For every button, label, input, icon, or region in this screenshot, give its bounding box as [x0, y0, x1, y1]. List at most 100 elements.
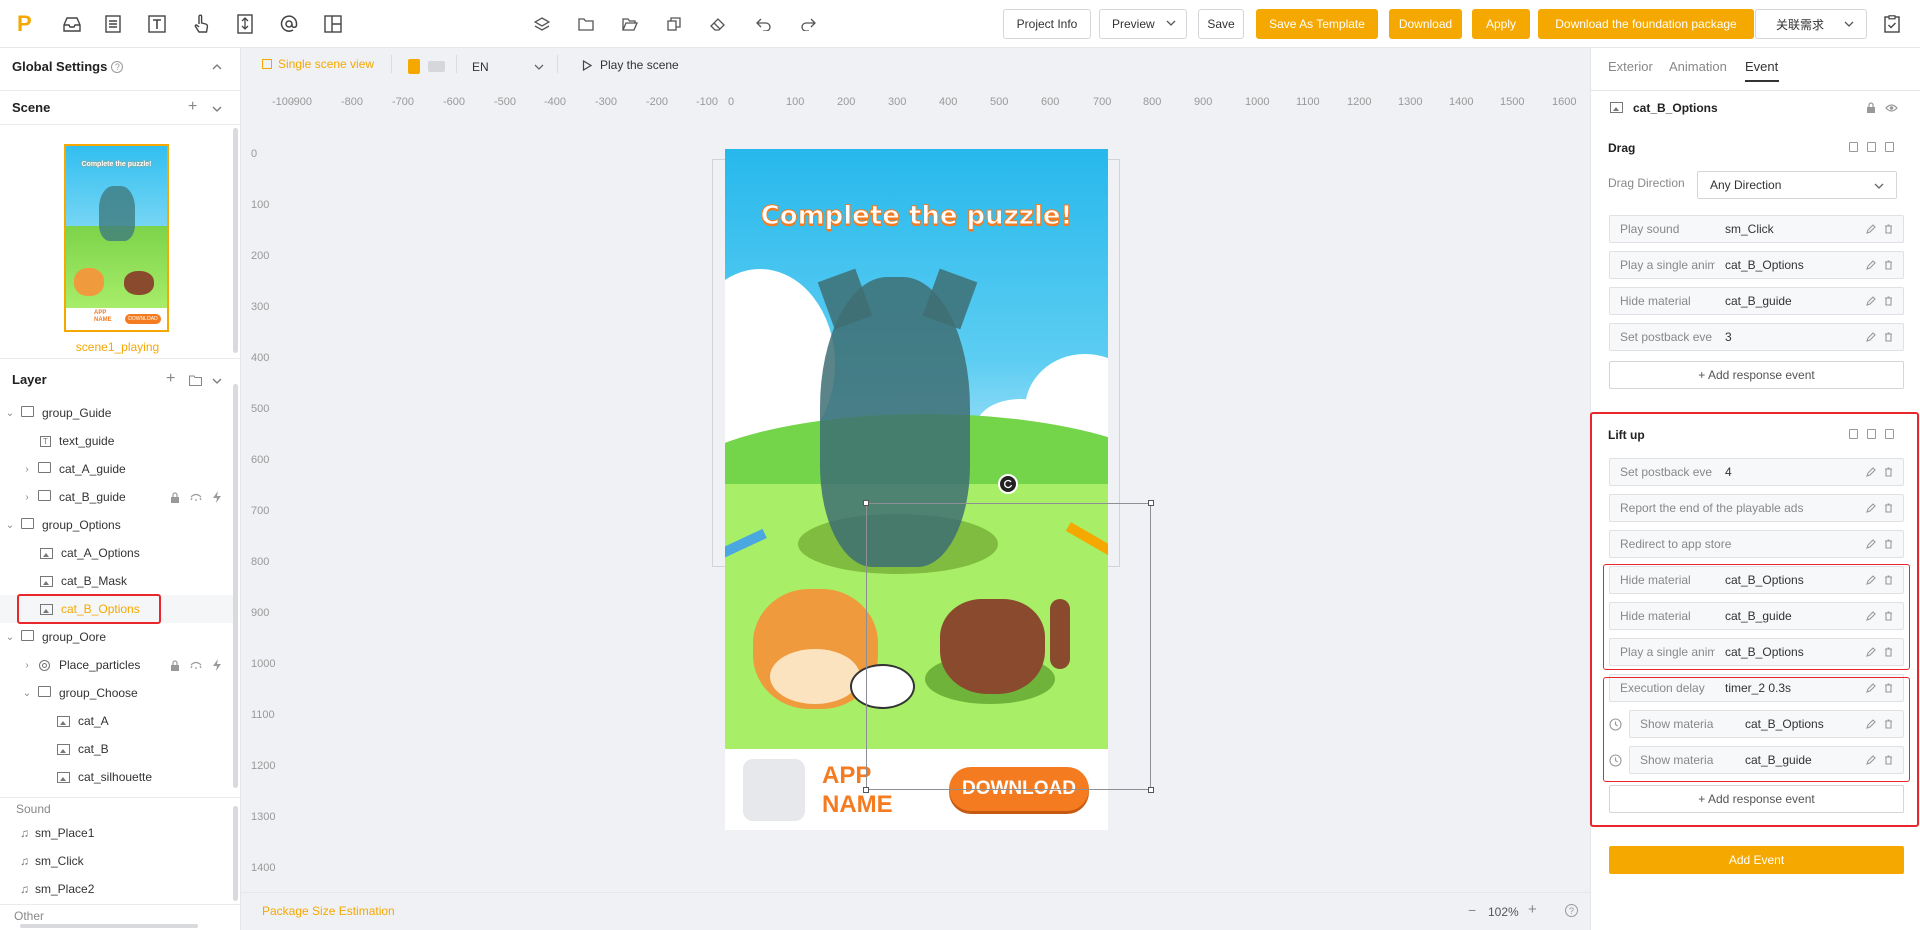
edit-icon[interactable] [1866, 224, 1876, 234]
app-logo[interactable]: P [17, 12, 39, 36]
scene-thumbnail[interactable]: Complete the puzzle! APP NAME DOWNLOAD [64, 144, 169, 332]
event-row[interactable]: Set postback eve 3 [1609, 323, 1904, 351]
trash-icon[interactable] [1884, 332, 1893, 342]
preview-dropdown[interactable]: Preview [1099, 9, 1187, 39]
file-sort-icon[interactable] [233, 12, 257, 36]
event-row[interactable]: Play a single animati cat_B_Options [1609, 251, 1904, 279]
sound-section-title: Sound [16, 802, 51, 816]
sound-item[interactable]: ♫ sm_Place1 [20, 822, 94, 844]
copy-icon[interactable] [662, 12, 686, 36]
new-folder-icon[interactable] [189, 375, 202, 386]
undo-icon[interactable] [752, 12, 776, 36]
redo-icon[interactable] [796, 12, 820, 36]
folder-icon[interactable] [574, 12, 598, 36]
color-swatch-orange[interactable] [408, 59, 420, 74]
layer-row-cat-a-options[interactable]: cat_A_Options [0, 539, 235, 567]
rotate-handle-icon[interactable] [998, 474, 1018, 494]
chevron-up-icon[interactable] [212, 62, 222, 72]
trash-icon[interactable] [1885, 142, 1894, 152]
lightning-icon[interactable] [212, 659, 222, 671]
language-select[interactable]: EN [472, 58, 544, 76]
layer-row-cat-b[interactable]: cat_B [0, 735, 235, 763]
project-info-button[interactable]: Project Info [1003, 9, 1091, 39]
scene-name[interactable]: scene1_playing [0, 340, 235, 354]
add-icon[interactable]: + [166, 370, 175, 388]
sound-item[interactable]: ♫ sm_Place2 [20, 878, 94, 900]
related-dropdown[interactable]: 关联需求 [1755, 9, 1867, 39]
add-icon[interactable]: + [188, 98, 197, 116]
eye-off-icon[interactable] [190, 492, 202, 502]
single-scene-toggle[interactable]: Single scene view [262, 57, 374, 71]
layer-row-cat-b-mask[interactable]: cat_B_Mask [0, 567, 235, 595]
event-row[interactable]: Hide material cat_B_guide [1609, 287, 1904, 315]
lock-icon[interactable] [170, 660, 180, 671]
chevron-down-icon[interactable] [212, 376, 222, 386]
clipboard-check-icon[interactable] [1880, 12, 1904, 36]
apply-button[interactable]: Apply [1472, 9, 1530, 39]
copy-icon[interactable] [1867, 142, 1876, 152]
folder-open-icon[interactable] [618, 12, 642, 36]
download-button[interactable]: Download [1389, 9, 1462, 39]
layer-row-group-oore[interactable]: ⌄ group_Oore [0, 623, 235, 651]
eye-off-icon[interactable] [190, 660, 202, 670]
download-foundation-button[interactable]: Download the foundation package [1538, 9, 1754, 39]
zoom-out-button[interactable]: − [1468, 902, 1476, 918]
ruler-tick-label: 900 [1194, 96, 1213, 108]
color-swatch-gray[interactable] [428, 61, 445, 72]
event-row[interactable]: Play sound sm_Click [1609, 215, 1904, 243]
tab-animation[interactable]: Animation [1669, 59, 1727, 74]
layer-row-group-options[interactable]: ⌄ group_Options [0, 511, 235, 539]
layout-icon[interactable] [321, 12, 345, 36]
layer-row-group-choose[interactable]: ⌄ group_Choose [0, 679, 235, 707]
layer-scrollbar[interactable] [233, 384, 238, 788]
layer-row-group-guide[interactable]: ⌄ group_Guide [0, 399, 235, 427]
add-event-button[interactable]: Add Event [1609, 846, 1904, 874]
at-icon[interactable] [277, 12, 301, 36]
sound-item[interactable]: ♫ sm_Click [20, 850, 84, 872]
gesture-icon[interactable] [189, 12, 213, 36]
collapse-icon[interactable] [1849, 142, 1858, 152]
list-icon[interactable] [101, 12, 125, 36]
edit-icon[interactable] [1866, 332, 1876, 342]
resize-handle[interactable] [1148, 787, 1154, 793]
global-settings-header[interactable]: Global Settings ? [12, 59, 124, 74]
scene-scrollbar[interactable] [233, 128, 238, 353]
chevron-down-icon[interactable] [212, 104, 222, 114]
inbox-icon[interactable] [60, 12, 84, 36]
add-response-event-button[interactable]: + Add response event [1609, 361, 1904, 389]
tab-exterior[interactable]: Exterior [1608, 59, 1653, 74]
lock-icon[interactable] [1866, 102, 1876, 113]
resize-handle[interactable] [1148, 500, 1154, 506]
play-scene-button[interactable]: Play the scene [582, 58, 679, 72]
edit-icon[interactable] [1866, 296, 1876, 306]
trash-icon[interactable] [1884, 260, 1893, 270]
drag-direction-select[interactable]: Any Direction [1697, 171, 1897, 199]
layer-row-cat-a[interactable]: cat_A [0, 707, 235, 735]
trash-icon[interactable] [1884, 296, 1893, 306]
lightning-icon[interactable] [212, 491, 222, 503]
zoom-in-button[interactable]: + [1528, 901, 1537, 918]
help-icon[interactable]: ? [1565, 904, 1578, 917]
layer-row-place-particles[interactable]: › Place_particles [0, 651, 235, 679]
help-icon[interactable]: ? [111, 60, 124, 73]
eraser-icon[interactable] [706, 12, 730, 36]
layer-row-cat-b-guide[interactable]: › cat_B_guide [0, 483, 235, 511]
resize-handle[interactable] [863, 500, 869, 506]
eye-icon[interactable] [1885, 103, 1898, 113]
horizontal-scrollbar[interactable] [20, 924, 198, 928]
selection-box[interactable] [866, 503, 1151, 790]
trash-icon[interactable] [1884, 224, 1893, 234]
tab-event[interactable]: Event [1745, 59, 1778, 74]
layers-icon[interactable] [530, 12, 554, 36]
layer-row-cat-silhouette[interactable]: cat_silhouette [0, 763, 235, 791]
layer-row-cat-a-guide[interactable]: › cat_A_guide [0, 455, 235, 483]
save-as-template-button[interactable]: Save As Template [1256, 9, 1378, 39]
edit-icon[interactable] [1866, 260, 1876, 270]
lock-icon[interactable] [170, 492, 180, 503]
text-icon[interactable] [145, 12, 169, 36]
package-size-estimation[interactable]: Package Size Estimation [262, 904, 395, 918]
layer-row-text-guide[interactable]: Ttext_guide [0, 427, 235, 455]
sound-scrollbar[interactable] [233, 806, 238, 901]
save-button[interactable]: Save [1198, 9, 1244, 39]
resize-handle[interactable] [863, 787, 869, 793]
